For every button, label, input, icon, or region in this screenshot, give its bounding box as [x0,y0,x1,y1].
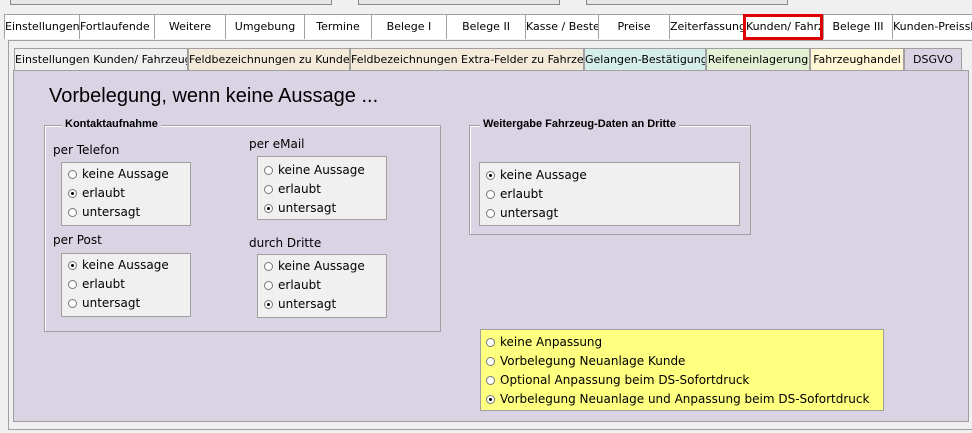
main-tab-kunden-preisliste[interactable]: Kunden-Preissl [892,14,972,39]
main-tab-belege-3[interactable]: Belege III [823,14,893,39]
radio-icon [486,337,495,347]
radio-icon [486,356,495,366]
radio-icon [68,279,77,289]
per-telefon-label: per Telefon [53,143,120,157]
radio-label: keine Aussage [500,168,587,182]
main-tab-bar: Einstellungen Fortlaufende N Weitere Umg… [0,14,972,40]
email-option-untersagt[interactable]: untersagt [264,201,336,215]
weitergabe-option-untersagt[interactable]: untersagt [486,206,558,220]
sub-tab-gelangen-bestaetigung[interactable]: Gelangen-Bestätigung [584,48,706,70]
radio-label: erlaubt [278,278,321,292]
post-option-keine-aussage[interactable]: keine Aussage [68,258,169,272]
radio-label: erlaubt [82,277,125,291]
per-post-label: per Post [53,233,102,247]
main-tab-weitere[interactable]: Weitere [154,14,226,39]
top-button-right[interactable] [586,0,788,5]
sub-tab-feldbezeichnungen-extra[interactable]: Feldbezeichnungen Extra-Felder zu Fahrze… [350,48,584,70]
main-tab-umgebung[interactable]: Umgebung [225,14,305,39]
radio-checked-icon [68,260,77,270]
radio-label: keine Aussage [278,259,365,273]
main-tab-preise[interactable]: Preise [598,14,670,39]
radio-icon [264,280,273,290]
telefon-option-untersagt[interactable]: untersagt [68,205,140,219]
sub-tab-dsgvo[interactable]: DSGVO [904,48,962,71]
weitergabe-legend: Weitergabe Fahrzeug-Daten an Dritte [480,118,679,130]
radio-checked-icon [68,188,77,198]
radio-icon [264,261,273,271]
radio-icon [264,165,273,175]
radio-label: keine Aussage [278,163,365,177]
radio-checked-icon [264,299,273,309]
radio-icon [68,298,77,308]
radio-label: untersagt [500,206,559,220]
radio-checked-icon [264,203,273,213]
weitergabe-option-erlaubt[interactable]: erlaubt [486,187,543,201]
anpassung-option-neuanlage-kunde[interactable]: Vorbelegung Neuanlage Kunde [486,354,685,368]
radio-icon [68,207,77,217]
durch-dritte-label: durch Dritte [249,236,322,250]
telefon-option-keine-aussage[interactable]: keine Aussage [68,167,169,181]
main-tab-einstellungen[interactable]: Einstellungen [4,14,80,39]
dritte-option-untersagt[interactable]: untersagt [264,297,336,311]
radio-icon [486,208,495,218]
radio-label: Vorbelegung Neuanlage und Anpassung beim… [500,392,870,406]
radio-checked-icon [486,170,495,180]
radio-icon [486,375,495,385]
radio-label: untersagt [82,296,141,310]
top-button-left[interactable] [10,0,332,5]
radio-label: keine Aussage [82,258,169,272]
radio-icon [486,189,495,199]
radio-label: Vorbelegung Neuanlage Kunde [500,354,686,368]
main-tab-termine[interactable]: Termine [304,14,372,39]
dritte-option-keine-aussage[interactable]: keine Aussage [264,259,365,273]
anpassung-option-neuanlage-und-sofortdruck[interactable]: Vorbelegung Neuanlage und Anpassung beim… [486,392,869,406]
weitergabe-option-keine-aussage[interactable]: keine Aussage [486,168,587,182]
per-email-label: per eMail [249,137,305,151]
email-option-keine-aussage[interactable]: keine Aussage [264,163,365,177]
radio-checked-icon [486,394,495,404]
radio-label: erlaubt [500,187,543,201]
anpassung-option-keine[interactable]: keine Anpassung [486,335,602,349]
sub-tab-fahrzeughandel[interactable]: Fahrzeughandel [810,48,904,70]
radio-label: untersagt [82,205,141,219]
main-tab-belege-2[interactable]: Belege II [446,14,526,39]
radio-icon [68,169,77,179]
radio-label: keine Aussage [82,167,169,181]
kontaktaufnahme-legend: Kontaktaufnahme [62,118,161,130]
radio-label: untersagt [278,201,337,215]
sub-tab-reifeneinlagerung[interactable]: Reifeneinlagerung [706,48,810,70]
main-tab-belege-1[interactable]: Belege I [371,14,447,39]
radio-icon [264,184,273,194]
radio-label: erlaubt [82,186,125,200]
sub-tab-einstellungen-kunden[interactable]: Einstellungen Kunden/ Fahrzeuge [14,48,188,70]
telefon-option-erlaubt[interactable]: erlaubt [68,186,125,200]
page-title: Vorbelegung, wenn keine Aussage ... [49,85,379,107]
dritte-option-erlaubt[interactable]: erlaubt [264,278,321,292]
radio-label: untersagt [278,297,337,311]
radio-label: erlaubt [278,182,321,196]
post-option-untersagt[interactable]: untersagt [68,296,140,310]
sub-tab-feldbezeichnungen-kunde[interactable]: Feldbezeichnungen zu Kunde [188,48,350,70]
radio-label: Optional Anpassung beim DS-Sofortdruck [500,373,750,387]
main-tab-fortlaufende[interactable]: Fortlaufende N [79,14,155,39]
main-tab-zeiterfassung[interactable]: Zeiterfassung [669,14,745,39]
main-tab-kasse[interactable]: Kasse / Beste [525,14,599,39]
radio-label: keine Anpassung [500,335,603,349]
post-option-erlaubt[interactable]: erlaubt [68,277,125,291]
email-option-erlaubt[interactable]: erlaubt [264,182,321,196]
top-button-middle[interactable] [358,0,560,5]
main-tab-kunden-fahrzeuge[interactable]: Kunden/ Fahrz [743,14,823,40]
anpassung-option-optional-sofortdruck[interactable]: Optional Anpassung beim DS-Sofortdruck [486,373,749,387]
